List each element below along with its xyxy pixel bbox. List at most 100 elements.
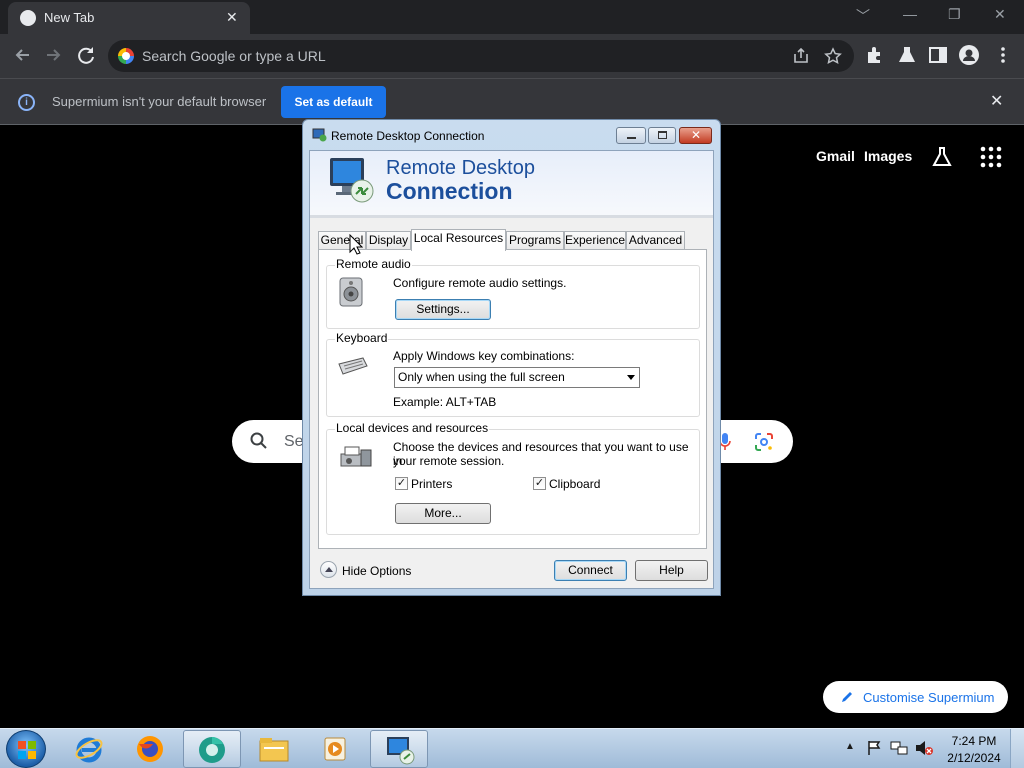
remote-desktop-dialog: Remote Desktop Connection ✕ Remote Deskt… [302,119,721,596]
browser-toolbar: Search Google or type a URL [0,34,1024,78]
side-panel-icon[interactable] [927,44,949,66]
taskbar-internet-explorer[interactable] [60,730,118,768]
volume-muted-icon[interactable] [914,739,934,757]
address-bar-placeholder: Search Google or type a URL [142,48,326,64]
tab-title: New Tab [44,10,95,25]
tab-close-icon[interactable]: ✕ [226,9,238,26]
network-icon[interactable] [890,740,908,756]
connect-button[interactable]: Connect [554,560,627,581]
printers-label: Printers [411,477,453,491]
internet-explorer-icon [75,737,103,763]
clipboard-label: Clipboard [549,477,601,491]
remote-desktop-monitor-icon [330,158,374,203]
clipboard-checkbox[interactable]: ✓ [533,477,546,490]
hide-options-chevron-icon[interactable] [320,561,337,578]
tab-new-tab[interactable]: New Tab ✕ [8,2,250,34]
file-explorer-icon [259,738,289,762]
mouse-cursor-icon [349,234,363,255]
help-button[interactable]: Help [635,560,708,581]
media-player-icon [324,737,346,761]
audio-settings-button[interactable]: Settings... [395,299,491,320]
action-center-flag-icon[interactable] [866,740,882,756]
taskbar-remote-desktop[interactable] [370,730,428,768]
supermium-icon [199,737,225,763]
tray-clock-date[interactable]: 2/12/2024 [946,751,1002,765]
tab-search-chevron-icon[interactable]: ﹀ [856,6,870,26]
tab-advanced[interactable]: Advanced [626,231,685,250]
share-icon[interactable] [792,47,810,65]
remote-audio-label: Remote audio [335,257,412,271]
more-devices-button[interactable]: More... [395,503,491,524]
tab-local-resources[interactable]: Local Resources [411,229,506,251]
search-icon [250,432,267,449]
remote-desktop-app-icon [312,128,327,142]
labs-flask-icon[interactable] [930,145,954,169]
remote-audio-group: Remote audio Configure remote audio sett… [326,257,700,329]
tab-strip: New Tab ✕ ﹀ — ❐ ✕ [0,0,1024,34]
close-window-icon[interactable]: ✕ [994,6,1006,23]
new-tab-favicon-icon [20,10,36,26]
address-bar[interactable]: Search Google or type a URL [108,40,854,72]
restore-window-icon[interactable]: ❐ [948,6,961,23]
keyboard-example: Example: ALT+TAB [393,395,497,409]
dialog-close-button[interactable]: ✕ [679,127,712,144]
banner-title-line1: Remote Desktop [386,157,535,179]
show-desktop-button[interactable] [1010,729,1024,768]
local-devices-description-line2: your remote session. [393,454,505,468]
firefox-icon [137,736,163,762]
gmail-link[interactable]: Gmail [816,148,855,164]
dropdown-arrow-icon [627,375,635,380]
tab-experience[interactable]: Experience [564,231,626,250]
remote-audio-description: Configure remote audio settings. [393,276,567,290]
taskbar-file-explorer[interactable] [245,730,303,768]
customise-supermium-button[interactable]: Customise Supermium [823,681,1008,713]
bookmark-star-icon[interactable] [824,47,842,65]
forward-arrow-icon[interactable] [42,44,64,66]
dialog-title: Remote Desktop Connection [331,129,485,143]
dialog-body: Remote Desktop Connection General Displa… [309,150,714,589]
dialog-minimize-button[interactable] [616,127,646,144]
taskbar-media-player[interactable] [307,730,365,768]
show-hidden-icons-icon[interactable]: ▲ [845,741,855,752]
infobar-close-icon[interactable]: ✕ [990,91,1003,111]
default-browser-infobar: i Supermium isn't your default browser S… [0,78,1024,125]
local-resources-panel: Remote audio Configure remote audio sett… [318,249,707,549]
google-lens-icon[interactable] [754,432,774,452]
local-devices-label: Local devices and resources [335,421,490,435]
remote-desktop-icon [387,737,415,765]
windows-key-combo-select[interactable]: Only when using the full screen [394,367,640,388]
dialog-maximize-button[interactable] [648,127,676,144]
speaker-icon [339,277,363,307]
taskbar-supermium[interactable] [183,730,241,768]
pencil-icon [842,692,852,702]
windows-key-combo-value: Only when using the full screen [398,370,565,384]
local-devices-group: Local devices and resources Choose the d… [326,421,700,535]
set-as-default-button[interactable]: Set as default [281,86,386,118]
info-icon: i [18,94,35,111]
tab-programs[interactable]: Programs [506,231,564,250]
infobar-message: Supermium isn't your default browser [52,94,267,109]
browser-menu-kebab-icon[interactable] [992,44,1014,66]
keyboard-icon [338,357,368,375]
google-logo-icon [118,48,134,64]
reload-icon[interactable] [75,44,97,66]
minimize-window-icon[interactable]: — [903,6,917,22]
taskbar-firefox[interactable] [121,730,179,768]
tab-display[interactable]: Display [366,231,411,250]
keyboard-group: Keyboard Apply Windows key combinations:… [326,331,700,417]
labs-flask-icon[interactable] [896,44,918,66]
apps-grid-icon[interactable] [980,146,1002,168]
tray-clock-time[interactable]: 7:24 PM [946,734,1002,748]
start-button[interactable] [6,730,46,768]
keyboard-label: Keyboard [335,331,389,345]
dialog-banner: Remote Desktop Connection [310,151,713,218]
back-arrow-icon[interactable] [12,44,34,66]
banner-divider [310,215,713,218]
extensions-puzzle-icon[interactable] [864,44,886,66]
ntp-search-placeholder: Se [284,433,304,450]
profile-avatar-icon[interactable] [958,44,980,66]
windows-taskbar: ▲ 7:24 PM 2/12/2024 [0,728,1024,768]
hide-options-link[interactable]: Hide Options [342,564,411,578]
printers-checkbox[interactable]: ✓ [395,477,408,490]
images-link[interactable]: Images [864,148,912,164]
